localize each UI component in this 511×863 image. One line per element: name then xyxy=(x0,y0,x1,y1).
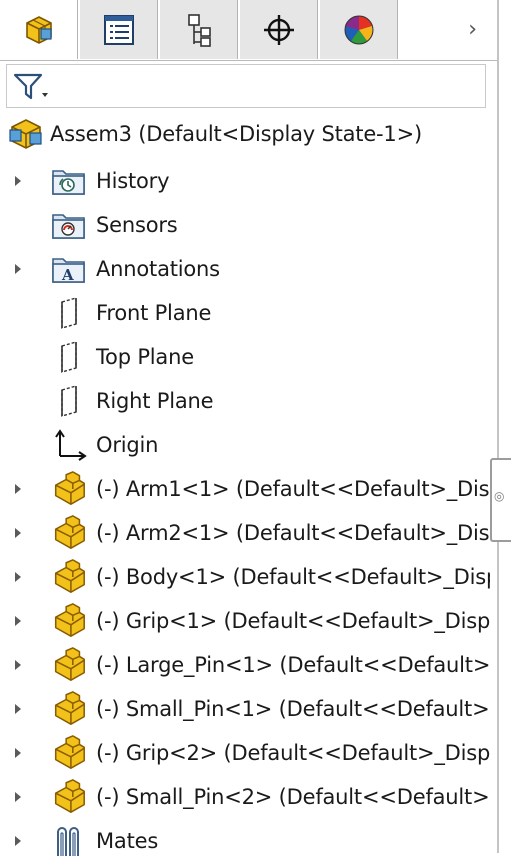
panel-right-border xyxy=(497,0,499,853)
tree-item[interactable]: Origin xyxy=(0,423,490,467)
tree-item-label: Annotations xyxy=(96,257,220,281)
expand-arrow-icon[interactable] xyxy=(13,262,23,276)
tree-item-label: Origin xyxy=(96,433,159,457)
tree-item-label: (-) Body<1> (Default<<Default>_Disp xyxy=(96,565,490,589)
tree-item-label: History xyxy=(96,169,170,193)
expand-arrow-icon[interactable] xyxy=(13,658,23,672)
tree-item-label: (-) Grip<1> (Default<<Default>_Disp xyxy=(96,609,490,633)
configuration-manager-icon xyxy=(187,13,211,47)
expand-arrow-icon[interactable] xyxy=(13,482,23,496)
tree-item-label: (-) Arm2<1> (Default<<Default>_Dis xyxy=(96,521,490,545)
tree-item[interactable]: (-) Grip<1> (Default<<Default>_Disp xyxy=(0,599,490,643)
part-icon xyxy=(50,691,88,726)
expand-arrow-icon[interactable] xyxy=(13,746,23,760)
tree-item[interactable]: Front Plane xyxy=(0,291,490,335)
tree-item-label: Sensors xyxy=(96,213,178,237)
origin-icon xyxy=(50,428,88,462)
tree-item-label: Right Plane xyxy=(96,389,214,413)
expand-arrow-icon[interactable] xyxy=(13,834,23,848)
filter-icon[interactable] xyxy=(11,71,51,103)
tree-item[interactable]: (-) Arm1<1> (Default<<Default>_Dis xyxy=(0,467,490,511)
tree-item-label: (-) Small_Pin<2> (Default<<Default> xyxy=(96,785,490,809)
tree-item[interactable]: (-) Grip<2> (Default<<Default>_Disp xyxy=(0,731,490,775)
tree-item-label: Mates xyxy=(96,829,159,853)
manager-tab-strip: › xyxy=(0,0,497,61)
tree-filter-bar[interactable] xyxy=(6,64,486,108)
svg-text:A: A xyxy=(61,266,74,284)
tree-root-node[interactable]: Assem3 (Default<Display State-1>) xyxy=(0,112,490,156)
tree-item[interactable]: (-) Arm2<1> (Default<<Default>_Dis xyxy=(0,511,490,555)
expand-arrow-icon[interactable] xyxy=(13,570,23,584)
tree-item[interactable]: A Annotations xyxy=(0,247,490,291)
tree-item[interactable]: (-) Small_Pin<1> (Default<<Default> xyxy=(0,687,490,731)
tree-item[interactable]: Right Plane xyxy=(0,379,490,423)
part-icon xyxy=(50,735,88,770)
dimxpert-manager-icon xyxy=(263,14,294,45)
chevron-right-icon: › xyxy=(468,17,477,42)
tree-item[interactable]: Mates xyxy=(0,819,490,863)
display-manager-icon xyxy=(344,15,373,44)
tab-configuration-manager[interactable] xyxy=(160,0,238,59)
annotations-folder-icon: A xyxy=(50,252,88,286)
feature-manager-icon xyxy=(25,15,52,44)
tree-item[interactable]: (-) Body<1> (Default<<Default>_Disp xyxy=(0,555,490,599)
part-icon xyxy=(50,647,88,682)
tab-dimxpert-manager[interactable] xyxy=(240,0,318,59)
tree-item-label: Front Plane xyxy=(96,301,212,325)
tab-property-manager[interactable] xyxy=(80,0,158,59)
property-manager-icon xyxy=(103,14,134,45)
tab-display-manager[interactable] xyxy=(320,0,398,59)
part-icon xyxy=(50,779,88,814)
expand-arrow-icon[interactable] xyxy=(13,790,23,804)
tree-item-label: (-) Large_Pin<1> (Default<<Default> xyxy=(96,653,490,677)
expand-arrow-icon[interactable] xyxy=(13,526,23,540)
part-icon xyxy=(50,603,88,638)
plane-icon xyxy=(50,340,88,374)
assembly-icon xyxy=(9,119,42,149)
expand-arrow-icon[interactable] xyxy=(13,614,23,628)
tab-scroll-right-button[interactable]: › xyxy=(400,0,497,59)
part-icon xyxy=(50,559,88,594)
part-icon xyxy=(50,471,88,506)
tree-item-label: Top Plane xyxy=(96,345,194,369)
tree-item[interactable]: (-) Small_Pin<2> (Default<<Default> xyxy=(0,775,490,819)
tree-item-label: (-) Arm1<1> (Default<<Default>_Dis xyxy=(96,477,490,501)
history-folder-icon xyxy=(50,164,88,198)
tab-feature-manager[interactable] xyxy=(0,0,78,59)
sensors-folder-icon xyxy=(50,208,88,242)
expand-arrow-icon[interactable] xyxy=(13,702,23,716)
plane-icon xyxy=(50,296,88,330)
tree-item-label: (-) Small_Pin<1> (Default<<Default> xyxy=(96,697,490,721)
plane-icon xyxy=(50,384,88,418)
splitter-grip-icon[interactable]: ◎ xyxy=(494,489,504,503)
root-node-label: Assem3 (Default<Display State-1>) xyxy=(50,122,422,146)
tree-item[interactable]: History xyxy=(0,159,490,203)
tree-item[interactable]: Top Plane xyxy=(0,335,490,379)
tree-item-label: (-) Grip<2> (Default<<Default>_Disp xyxy=(96,741,490,765)
expand-arrow-icon[interactable] xyxy=(13,174,23,188)
tree-item[interactable]: (-) Large_Pin<1> (Default<<Default> xyxy=(0,643,490,687)
tree-item[interactable]: Sensors xyxy=(0,203,490,247)
part-icon xyxy=(50,515,88,550)
